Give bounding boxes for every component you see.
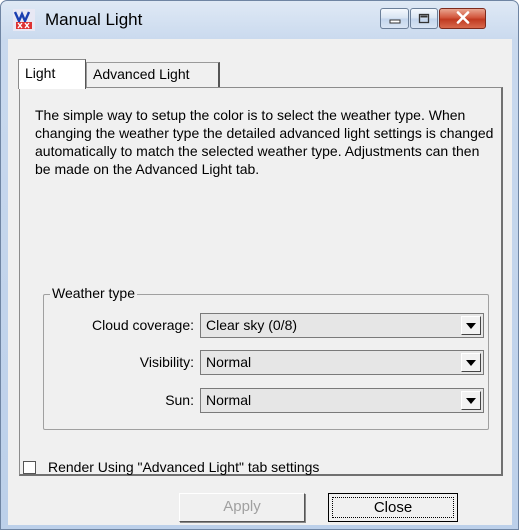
- weather-type-group: Weather type Cloud coverage: Clear sky (…: [43, 285, 489, 430]
- sun-label: Sun:: [165, 392, 194, 408]
- window-title: Manual Light: [45, 10, 143, 29]
- tab-light-label: Light: [25, 65, 56, 81]
- chevron-down-icon[interactable]: [461, 316, 481, 335]
- close-window-button[interactable]: [439, 8, 486, 29]
- cloud-coverage-value: Clear sky (0/8): [206, 317, 298, 333]
- cloud-coverage-label: Cloud coverage:: [92, 317, 194, 333]
- manual-light-window: Manual Light Light Advanced Light The si…: [0, 0, 519, 530]
- visibility-value: Normal: [206, 354, 252, 370]
- tab-light[interactable]: Light: [18, 59, 86, 89]
- light-tab-panel: The simple way to setup the color is to …: [19, 87, 503, 476]
- visibility-select[interactable]: Normal: [200, 350, 484, 375]
- chevron-down-icon[interactable]: [461, 353, 481, 372]
- apply-button-label: Apply: [223, 498, 261, 515]
- maximize-button[interactable]: [410, 8, 438, 29]
- sun-value: Normal: [206, 392, 252, 408]
- cloud-coverage-select[interactable]: Clear sky (0/8): [200, 313, 484, 338]
- chevron-down-icon[interactable]: [461, 391, 481, 410]
- render-advanced-label: Render Using "Advanced Light" tab settin…: [48, 459, 320, 475]
- weather-type-group-title: Weather type: [50, 285, 138, 301]
- render-advanced-checkbox[interactable]: [23, 460, 36, 474]
- close-icon: [456, 10, 470, 27]
- tab-advanced-light[interactable]: Advanced Light: [86, 62, 220, 87]
- close-button-focus: Close: [332, 497, 454, 518]
- description-text: The simple way to setup the color is to …: [35, 107, 494, 177]
- sun-select[interactable]: Normal: [200, 388, 484, 413]
- tab-advanced-light-label: Advanced Light: [93, 66, 190, 82]
- dialog-client-area: Light Advanced Light The simple way to s…: [8, 39, 512, 525]
- minimize-button[interactable]: [380, 8, 409, 29]
- close-button[interactable]: Close: [328, 493, 458, 522]
- maximize-icon: [418, 11, 430, 27]
- render-advanced-option[interactable]: Render Using "Advanced Light" tab settin…: [23, 458, 319, 476]
- wind-app-icon: [13, 9, 35, 31]
- close-button-label: Close: [373, 499, 413, 516]
- visibility-label: Visibility:: [139, 354, 194, 370]
- minimize-icon: [389, 11, 401, 27]
- title-bar[interactable]: Manual Light: [1, 1, 518, 39]
- apply-button[interactable]: Apply: [179, 493, 305, 522]
